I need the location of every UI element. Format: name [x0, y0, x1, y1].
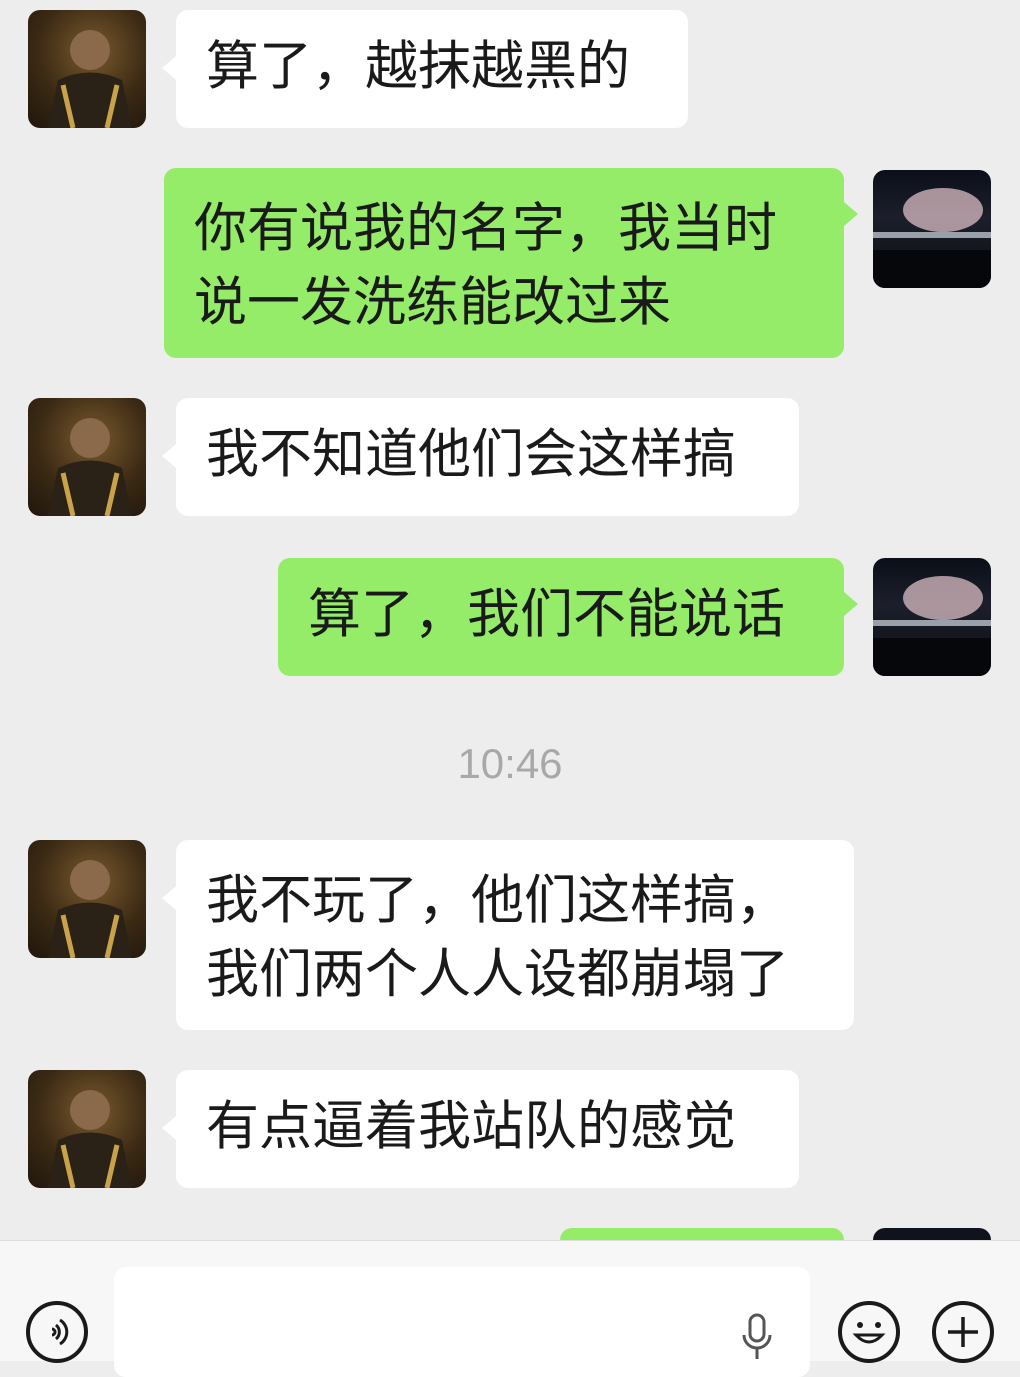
message-bubble-incoming[interactable]: 我不知道他们会这样搞 [162, 398, 799, 516]
message-text-line: 我们两个人人设都崩塌了 [206, 944, 789, 1005]
emoji-icon[interactable] [838, 1301, 900, 1363]
message-text: 算了，我们不能说话 [308, 584, 785, 645]
message-text: 算了，越抹越黑的 [206, 36, 630, 97]
microphone-icon[interactable] [740, 1313, 774, 1363]
voice-icon[interactable] [26, 1301, 88, 1363]
message-bubble-incoming[interactable]: 算了，越抹越黑的 [162, 10, 688, 128]
my-avatar[interactable] [873, 170, 991, 288]
message-bubble-incoming[interactable]: 有点逼着我站队的感觉 [162, 1070, 799, 1188]
message-bubble-outgoing[interactable]: 你有说我的名字，我当时 说一发洗练能改过来 [164, 168, 858, 358]
chat-timestamp: 10:46 [457, 740, 563, 787]
message-text: 有点逼着我站队的感觉 [206, 1096, 736, 1157]
contact-avatar[interactable] [28, 1070, 146, 1188]
contact-avatar[interactable] [28, 840, 146, 958]
message-text: 我不知道他们会这样搞 [206, 424, 736, 485]
message-text-line: 我不玩了，他们这样搞， [206, 870, 789, 931]
input-toolbar [0, 1240, 1020, 1377]
contact-avatar[interactable] [28, 10, 146, 128]
message-bubble-outgoing[interactable]: 算了，我们不能说话 [278, 558, 858, 676]
plus-icon[interactable] [932, 1301, 994, 1363]
my-avatar[interactable] [873, 558, 991, 676]
message-input[interactable] [114, 1267, 810, 1377]
contact-avatar[interactable] [28, 398, 146, 516]
message-bubble-incoming[interactable]: 我不玩了，他们这样搞， 我们两个人人设都崩塌了 [162, 840, 854, 1030]
message-text-line: 你有说我的名字，我当时 [194, 198, 777, 259]
message-text-line: 说一发洗练能改过来 [194, 272, 671, 333]
